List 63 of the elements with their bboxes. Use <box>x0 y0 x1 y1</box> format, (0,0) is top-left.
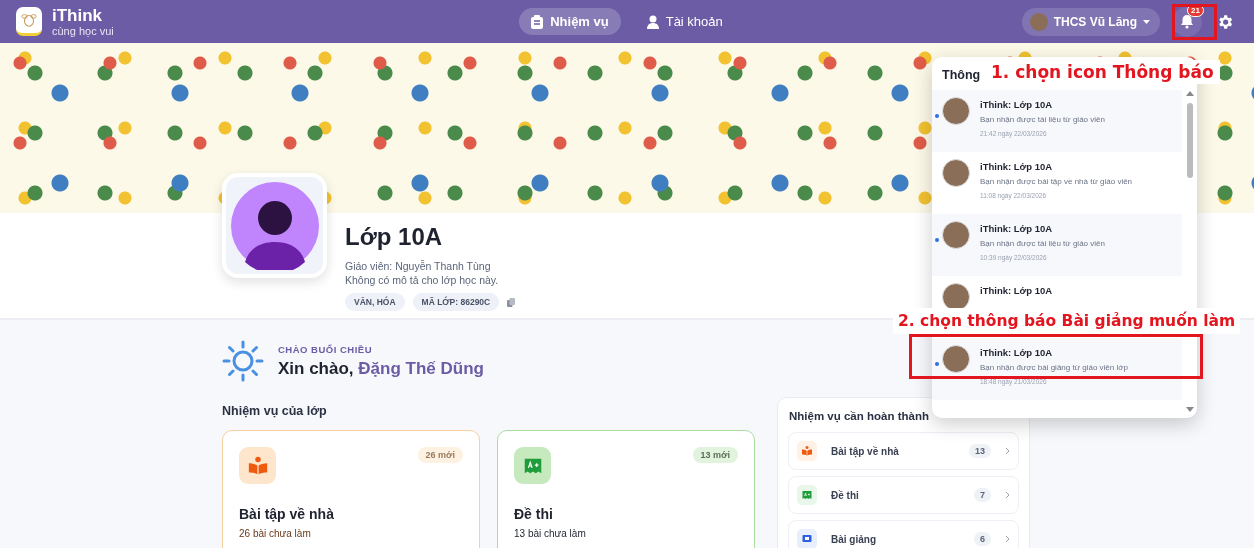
notification-title: iThink: Lớp 10A <box>980 347 1054 358</box>
greeting-period: CHÀO BUỔI CHIỀU <box>278 343 374 355</box>
avatar-silhouette-icon <box>230 181 319 270</box>
school-photo-placeholder <box>942 345 970 373</box>
notification-title: iThink: Lớp 10A <box>980 99 1054 110</box>
class-name: Lớp 10A <box>345 223 444 251</box>
todo-count: 13 <box>969 444 991 458</box>
book-reader-icon <box>801 445 813 457</box>
instruction-tooltip: 2. chọn thông báo Bài giảng muốn làm <box>893 308 1241 334</box>
chevron-right-icon <box>1005 447 1010 455</box>
nav-tab[interactable]: Tài khoản <box>634 8 735 35</box>
task-subtitle: 26 bài chưa làm <box>239 528 312 539</box>
nav-tab[interactable]: Nhiệm vụ <box>519 8 621 35</box>
task-card[interactable]: 13 mới Đề thi 13 bài chưa làm <box>497 430 755 548</box>
new-count-badge: 26 mới <box>417 447 463 463</box>
class-tag: MÃ LỚP: 86290C <box>412 293 500 311</box>
notification-title: iThink: Lớp 10A <box>980 285 1053 296</box>
sun-icon <box>222 340 264 382</box>
app-tagline: cùng học vui <box>52 24 114 37</box>
chevron-right-icon <box>1005 491 1010 499</box>
panel-title: Nhiệm vụ cần hoàn thành <box>789 410 930 422</box>
todo-count: 7 <box>974 488 991 502</box>
caret-icon <box>1143 19 1150 24</box>
school-photo-placeholder <box>942 97 970 125</box>
notification-message: Bạn nhận được bài tập về nhà từ giáo viên <box>980 177 1133 186</box>
dropdown-title: Thông <box>942 68 981 82</box>
user-icon <box>646 14 659 29</box>
todo-label: Bài tập về nhà <box>831 445 900 457</box>
todo-label: Bài giảng <box>831 533 877 545</box>
book-reader-icon <box>246 454 269 477</box>
todo-label: Đề thi <box>831 489 860 501</box>
section-title: Nhiệm vụ của lớp <box>222 404 328 418</box>
todo-count: 6 <box>974 532 991 546</box>
school-photo-placeholder <box>942 283 970 311</box>
todo-item[interactable]: Bài giảng 6 <box>788 520 1019 548</box>
greeting-text: Xin chào, Đặng Thế Dũng <box>278 358 484 379</box>
task-title: Đề thi <box>514 506 554 522</box>
notification-message: Bạn nhận được tài liệu từ giáo viên <box>980 115 1105 124</box>
task-title: Bài tập về nhà <box>239 506 335 522</box>
bee-logo-icon <box>16 7 42 36</box>
class-tag: VĂN, HÓA <box>345 293 405 311</box>
task-subtitle: 13 bài chưa làm <box>514 528 587 539</box>
task-card[interactable]: 26 mới Bài tập về nhà 26 bài chưa làm <box>222 430 480 548</box>
clipboard-icon <box>531 14 544 29</box>
school-photo-placeholder <box>1029 12 1048 31</box>
grade-sheet-icon <box>801 489 813 501</box>
chevron-right-icon <box>1005 535 1010 543</box>
school-dropdown[interactable]: THCS Vũ Lăng <box>1021 7 1160 36</box>
school-photo-placeholder <box>942 159 970 187</box>
notification-message: Bạn nhận được tài liệu từ giáo viên <box>980 239 1105 248</box>
notification-message: Bạn nhận được bài giảng từ giáo viên lớp <box>980 363 1128 372</box>
school-photo-placeholder <box>942 221 970 249</box>
notification-title: iThink: Lớp 10A <box>980 223 1054 234</box>
todo-item[interactable]: Bài tập về nhà 13 <box>788 432 1019 470</box>
new-count-badge: 13 mới <box>692 447 738 463</box>
board-icon <box>801 533 813 545</box>
bell-icon <box>1180 14 1194 29</box>
class-description: Không có mô tả cho lớp học này. <box>345 273 500 287</box>
teacher-name: Giáo viên: Nguyễn Thanh Tùng <box>345 259 492 273</box>
todo-item[interactable]: Đề thi 7 <box>788 476 1019 514</box>
notification-title: iThink: Lớp 10A <box>980 161 1054 172</box>
app-name: iThink <box>52 6 104 25</box>
copy-icon[interactable] <box>507 297 516 307</box>
